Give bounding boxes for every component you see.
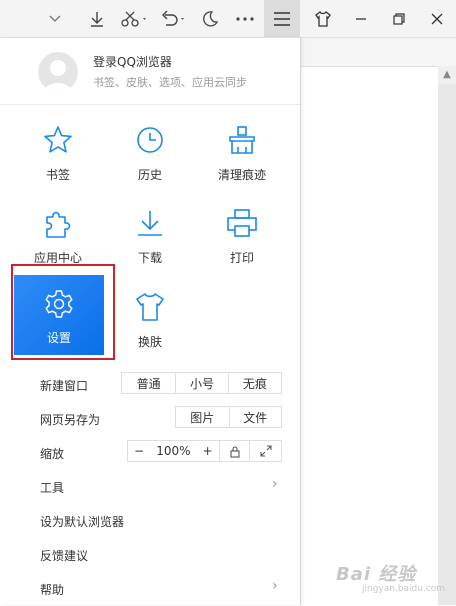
fullscreen-icon[interactable] [250, 441, 281, 461]
browser-toolbar [0, 0, 456, 38]
bookmarks-label: 书签 [45, 168, 70, 182]
web-page-content [300, 66, 438, 606]
printer-icon [226, 205, 258, 241]
bookmarks-button[interactable]: 书签 [13, 118, 103, 188]
download-icon[interactable] [82, 0, 112, 37]
avatar[interactable] [38, 52, 78, 92]
history-button[interactable]: 历史 [105, 118, 195, 188]
skin-label: 换肤 [137, 335, 162, 349]
login-title[interactable]: 登录QQ浏览器 [93, 53, 172, 70]
download-icon [135, 205, 165, 241]
undo-icon[interactable] [155, 0, 191, 37]
restore-icon[interactable] [384, 0, 414, 37]
save-as-file[interactable]: 文件 [230, 407, 282, 427]
print-button[interactable]: 打印 [197, 201, 287, 271]
vertical-scrollbar[interactable] [438, 84, 456, 605]
browser-menu-panel: 登录QQ浏览器 书签、皮肤、选项、应用云同步 书签 历史 清理痕迹 应用中心 下… [0, 38, 301, 605]
baidu-watermark: Bai 经验 jingyan.baidu.com [336, 560, 445, 594]
menu-item-tools[interactable]: 工具 [40, 479, 64, 496]
zoom-stepper: − 100% + [128, 441, 220, 461]
menu-item-set-default[interactable]: 设为默认浏览器 [40, 513, 124, 530]
annotation-highlight-box [11, 264, 115, 360]
more-icon[interactable] [230, 0, 260, 37]
app-center-button[interactable]: 应用中心 [13, 201, 103, 271]
lock-icon[interactable] [220, 441, 251, 461]
new-window-normal[interactable]: 普通 [122, 373, 177, 393]
scissors-icon[interactable] [116, 0, 152, 37]
history-label: 历史 [137, 168, 162, 182]
clear-traces-button[interactable]: 清理痕迹 [197, 118, 287, 188]
menu-icon[interactable] [264, 0, 300, 37]
login-subtitle: 书签、皮肤、选项、应用云同步 [93, 76, 247, 89]
new-window-label: 新建窗口 [40, 379, 89, 393]
watermark-subtext: jingyan.baidu.com [362, 584, 446, 594]
chevron-right-icon: › [272, 476, 278, 492]
downloads-label: 下载 [137, 251, 162, 265]
menu-item-help[interactable]: 帮助 [40, 581, 64, 598]
scroll-up-icon[interactable]: ▲ [438, 66, 456, 84]
watermark-text: Bai 经验 [336, 564, 417, 585]
zoom-value: 100% [156, 444, 191, 458]
zoom-out-button[interactable]: − [134, 444, 144, 458]
login-section[interactable]: 登录QQ浏览器 书签、皮肤、选项、应用云同步 [0, 38, 300, 105]
skin-button[interactable]: 换肤 [105, 285, 195, 355]
new-window-small[interactable]: 小号 [176, 373, 229, 393]
zoom-label: 缩放 [40, 447, 65, 461]
skin-icon[interactable] [308, 0, 338, 37]
broom-icon [227, 122, 257, 158]
puzzle-icon [43, 205, 73, 241]
zoom-controls: − 100% + [127, 440, 282, 462]
zoom-in-button[interactable]: + [203, 444, 213, 458]
close-icon[interactable] [422, 0, 452, 37]
chevron-down-icon[interactable] [40, 0, 70, 37]
save-as-image[interactable]: 图片 [176, 407, 230, 427]
save-page-options: 图片 文件 [175, 406, 282, 428]
menu-item-feedback[interactable]: 反馈建议 [40, 547, 88, 564]
moon-icon[interactable] [196, 0, 224, 37]
save-page-label: 网页另存为 [40, 413, 101, 427]
clock-icon [135, 122, 165, 158]
new-window-incognito[interactable]: 无痕 [229, 373, 281, 393]
clear-traces-label: 清理痕迹 [217, 168, 266, 182]
minimize-icon[interactable] [346, 0, 376, 37]
tshirt-icon [135, 289, 165, 325]
print-label: 打印 [229, 251, 254, 265]
downloads-button[interactable]: 下载 [105, 201, 195, 271]
new-window-options: 普通 小号 无痕 [121, 372, 282, 394]
chevron-right-icon: › [272, 578, 278, 594]
star-icon [43, 122, 73, 158]
